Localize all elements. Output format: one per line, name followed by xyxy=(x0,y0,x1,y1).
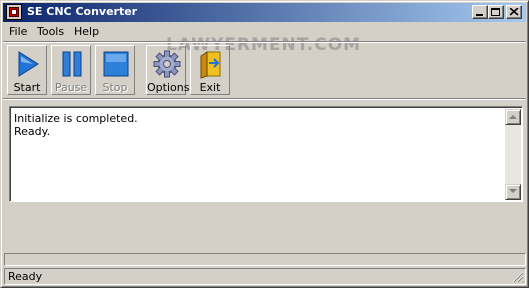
resize-grip-icon[interactable] xyxy=(512,271,524,283)
minimize-icon xyxy=(476,14,483,16)
maximize-button[interactable] xyxy=(488,5,504,19)
stop-label: Stop xyxy=(102,81,128,94)
gear-icon xyxy=(153,50,181,78)
minimize-button[interactable] xyxy=(472,5,488,19)
log-line: Ready. xyxy=(14,125,51,138)
scroll-up-button[interactable] xyxy=(505,109,521,125)
exit-button[interactable]: Exit xyxy=(190,45,230,95)
stop-button[interactable]: Stop xyxy=(95,45,135,95)
log-textarea[interactable]: Initialize is completed. Ready. xyxy=(9,106,523,202)
app-icon-center xyxy=(11,9,17,15)
log-content: Initialize is completed. Ready. xyxy=(14,112,502,138)
title-bar[interactable]: SE CNC Converter xyxy=(3,3,526,22)
close-icon xyxy=(510,8,519,16)
vertical-scrollbar[interactable] xyxy=(505,109,521,200)
start-button[interactable]: Start xyxy=(7,45,47,95)
menu-file[interactable]: File xyxy=(9,25,27,38)
log-line: Initialize is completed. xyxy=(14,112,138,125)
options-label: Options xyxy=(147,81,190,94)
pause-icon xyxy=(62,51,82,77)
scroll-down-button[interactable] xyxy=(505,184,521,200)
progress-bar xyxy=(4,253,526,266)
arrow-up-icon xyxy=(509,115,517,119)
stop-icon xyxy=(103,51,129,77)
options-button[interactable]: Options xyxy=(146,45,190,95)
close-button[interactable] xyxy=(506,5,522,19)
app-icon[interactable] xyxy=(6,4,22,20)
toolbar-top-divider xyxy=(3,41,526,43)
app-window: SE CNC Converter File Tools Help LAWYERM… xyxy=(0,0,529,288)
status-bar: Ready xyxy=(4,268,526,285)
door-exit-icon xyxy=(200,51,221,79)
maximize-icon xyxy=(491,8,500,16)
play-icon xyxy=(18,51,39,77)
toolbar-bottom-divider xyxy=(3,98,526,100)
menu-help[interactable]: Help xyxy=(74,25,99,38)
window-title: SE CNC Converter xyxy=(27,5,138,18)
menu-tools[interactable]: Tools xyxy=(37,25,64,38)
pause-button[interactable]: Pause xyxy=(51,45,91,95)
start-label: Start xyxy=(13,81,41,94)
arrow-down-icon xyxy=(509,189,517,193)
pause-label: Pause xyxy=(54,81,88,94)
exit-label: Exit xyxy=(199,81,221,94)
status-text: Ready xyxy=(8,270,43,283)
